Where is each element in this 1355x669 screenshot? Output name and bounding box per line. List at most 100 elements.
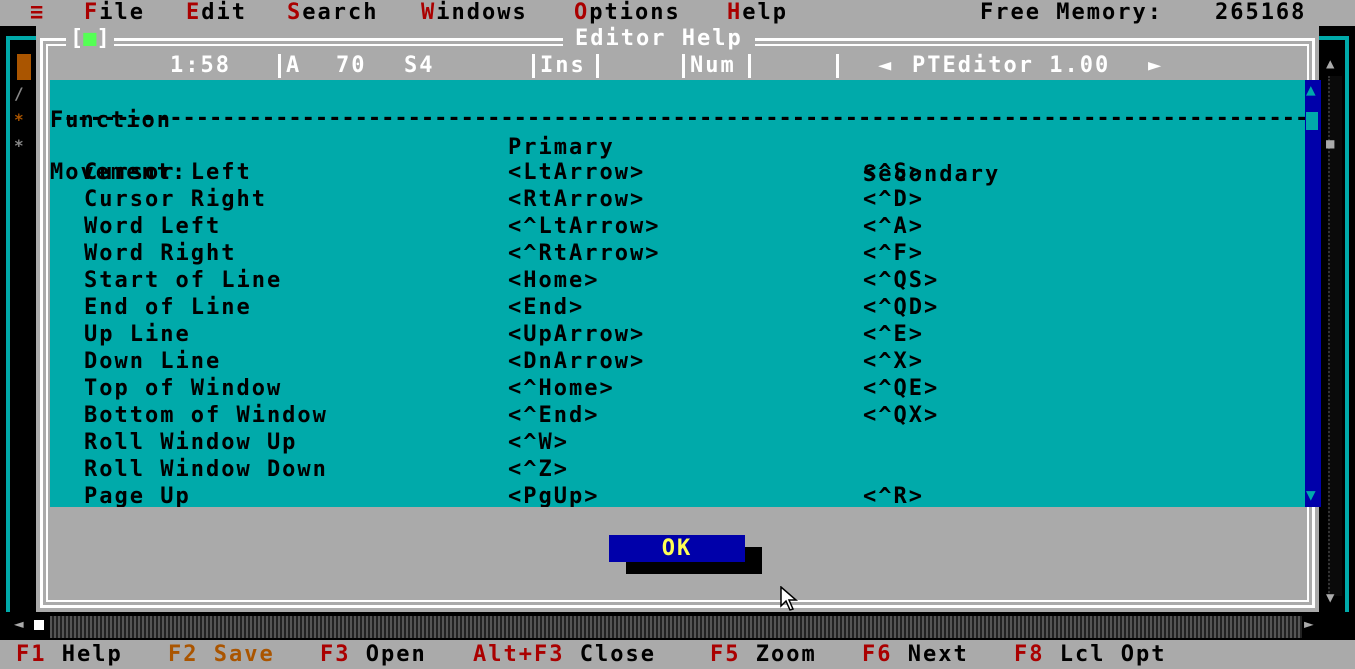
fkey-key: F6 bbox=[862, 642, 893, 667]
header-separator: ----------------------------------------… bbox=[50, 106, 1305, 131]
scroll-right-arrow-icon[interactable]: ► bbox=[1304, 614, 1314, 633]
left-triangle-icon: ◄ bbox=[878, 53, 894, 78]
row-function: Top of Window bbox=[84, 376, 283, 401]
menu-file-label: ile bbox=[99, 0, 145, 25]
fkey-label: Next bbox=[907, 642, 969, 667]
row-primary: <PgUp> bbox=[508, 484, 600, 507]
scroll-up-arrow-icon[interactable]: ▲ bbox=[1306, 80, 1316, 99]
ok-button[interactable]: OK bbox=[609, 535, 745, 562]
status-line: 1:58 A 70 S4 Ins Num ◄ PTEditor 1.00 ► bbox=[50, 52, 1305, 80]
menu-windows[interactable]: Windows bbox=[421, 0, 528, 26]
row-function: Bottom of Window bbox=[84, 403, 328, 428]
mouse-pointer-icon bbox=[780, 586, 799, 611]
fkey-save[interactable]: F2 Save bbox=[168, 640, 275, 669]
horizontal-scrollbar[interactable]: ◄ ► bbox=[0, 612, 1355, 640]
menu-search-hotkey: S bbox=[287, 0, 303, 25]
scroll-left-arrow-icon[interactable]: ◄ bbox=[14, 614, 24, 633]
system-menu-icon[interactable]: ≡ bbox=[30, 0, 45, 26]
menu-help-hotkey: H bbox=[727, 0, 743, 25]
numlock-indicator: Num bbox=[690, 53, 736, 78]
row-primary: <End> bbox=[508, 295, 585, 320]
fkey-local-options[interactable]: F8 Lcl Opt bbox=[1014, 640, 1166, 669]
row-secondary: <^QD> bbox=[863, 295, 940, 320]
fkey-label: Lcl Opt bbox=[1059, 642, 1167, 667]
menu-windows-label: indows bbox=[436, 0, 528, 25]
fkey-key: Alt+F3 bbox=[473, 642, 565, 667]
help-header-row: Function Primary Secondary bbox=[50, 80, 998, 187]
row-function: Start of Line bbox=[84, 268, 283, 293]
menu-search[interactable]: Search bbox=[287, 0, 378, 26]
row-primary: <RtArrow> bbox=[508, 187, 646, 212]
column-indicator: 70 bbox=[336, 53, 367, 78]
fkey-label: Open bbox=[365, 642, 427, 667]
fkey-label: Save bbox=[213, 642, 275, 667]
row-primary: <UpArrow> bbox=[508, 322, 646, 347]
menu-options-hotkey: O bbox=[574, 0, 590, 25]
fkey-key: F2 bbox=[168, 642, 199, 667]
row-primary: <DnArrow> bbox=[508, 349, 646, 374]
menu-search-label: earch bbox=[302, 0, 379, 25]
menu-file[interactable]: File bbox=[84, 0, 145, 26]
scroll-down-arrow-icon[interactable]: ▼ bbox=[1326, 590, 1340, 606]
scrollbar-track[interactable] bbox=[50, 616, 1302, 638]
slash-icon: / bbox=[14, 84, 24, 103]
fkey-label: Zoom bbox=[755, 642, 817, 667]
row-function: Cursor Left bbox=[84, 160, 252, 185]
row-function: Roll Window Up bbox=[84, 430, 298, 455]
menu-options-label: ptions bbox=[589, 0, 681, 25]
window-border bbox=[6, 36, 36, 40]
background-scrollbar-track[interactable] bbox=[1328, 76, 1342, 596]
app-name: PTEditor 1.00 bbox=[912, 53, 1111, 78]
row-primary: <^W> bbox=[508, 430, 569, 455]
asterisk-icon: * bbox=[14, 136, 24, 155]
header-primary: Primary bbox=[508, 135, 615, 160]
fkey-close[interactable]: Alt+F3 Close bbox=[473, 640, 656, 669]
menu-bar: ≡ File Edit Search Windows Options Help … bbox=[0, 0, 1355, 26]
row-function: Word Right bbox=[84, 241, 237, 266]
row-secondary: <^D> bbox=[863, 187, 924, 212]
row-primary: <^Home> bbox=[508, 376, 615, 401]
row-secondary: <^X> bbox=[863, 349, 924, 374]
scroll-up-arrow-icon[interactable]: ▲ bbox=[1326, 56, 1340, 72]
dialog-title: Editor Help bbox=[563, 26, 755, 52]
free-memory-value: 265168 bbox=[1214, 0, 1307, 25]
fkey-key: F5 bbox=[710, 642, 741, 667]
menu-edit-label: dit bbox=[201, 0, 247, 25]
row-function: Roll Window Down bbox=[84, 457, 328, 482]
row-secondary: <^F> bbox=[863, 241, 924, 266]
row-primary: <LtArrow> bbox=[508, 160, 646, 185]
s-indicator: S4 bbox=[404, 53, 435, 78]
asterisk-icon: * bbox=[14, 110, 24, 129]
scroll-thumb-icon[interactable]: ■ bbox=[1326, 136, 1340, 152]
background-window-left: / * * bbox=[0, 26, 36, 626]
menu-edit[interactable]: Edit bbox=[186, 0, 247, 26]
close-box[interactable]: [■] bbox=[66, 26, 114, 52]
menu-help-label: elp bbox=[742, 0, 788, 25]
menu-windows-hotkey: W bbox=[421, 0, 437, 25]
row-function: End of Line bbox=[84, 295, 252, 320]
menu-options[interactable]: Options bbox=[574, 0, 681, 26]
row-function: Cursor Right bbox=[84, 187, 267, 212]
scroll-thumb[interactable] bbox=[34, 620, 44, 630]
row-primary: <^LtArrow> bbox=[508, 214, 661, 239]
row-primary: <^RtArrow> bbox=[508, 241, 661, 266]
row-secondary: <^E> bbox=[863, 322, 924, 347]
fkey-zoom[interactable]: F5 Zoom bbox=[710, 640, 817, 669]
window-border bbox=[1345, 36, 1349, 616]
fkey-next[interactable]: F6 Next bbox=[862, 640, 969, 669]
fkey-key: F1 bbox=[16, 642, 47, 667]
row-secondary: <^R> bbox=[863, 484, 924, 507]
row-function: Up Line bbox=[84, 322, 191, 347]
menu-file-hotkey: F bbox=[84, 0, 100, 25]
scroll-down-arrow-icon[interactable]: ▼ bbox=[1306, 485, 1316, 504]
function-key-bar: F1 Help F2 Save F3 Open Alt+F3 Close F5 … bbox=[0, 640, 1355, 669]
window-marker bbox=[17, 54, 31, 80]
menu-help[interactable]: Help bbox=[727, 0, 788, 26]
fkey-open[interactable]: F3 Open bbox=[320, 640, 427, 669]
help-scrollbar[interactable]: ▲ ▼ bbox=[1305, 80, 1321, 507]
scroll-thumb[interactable] bbox=[1306, 112, 1318, 130]
fkey-help[interactable]: F1 Help bbox=[16, 640, 123, 669]
window-border bbox=[6, 36, 10, 616]
row-secondary: <^QE> bbox=[863, 376, 940, 401]
fkey-label: Help bbox=[61, 642, 123, 667]
